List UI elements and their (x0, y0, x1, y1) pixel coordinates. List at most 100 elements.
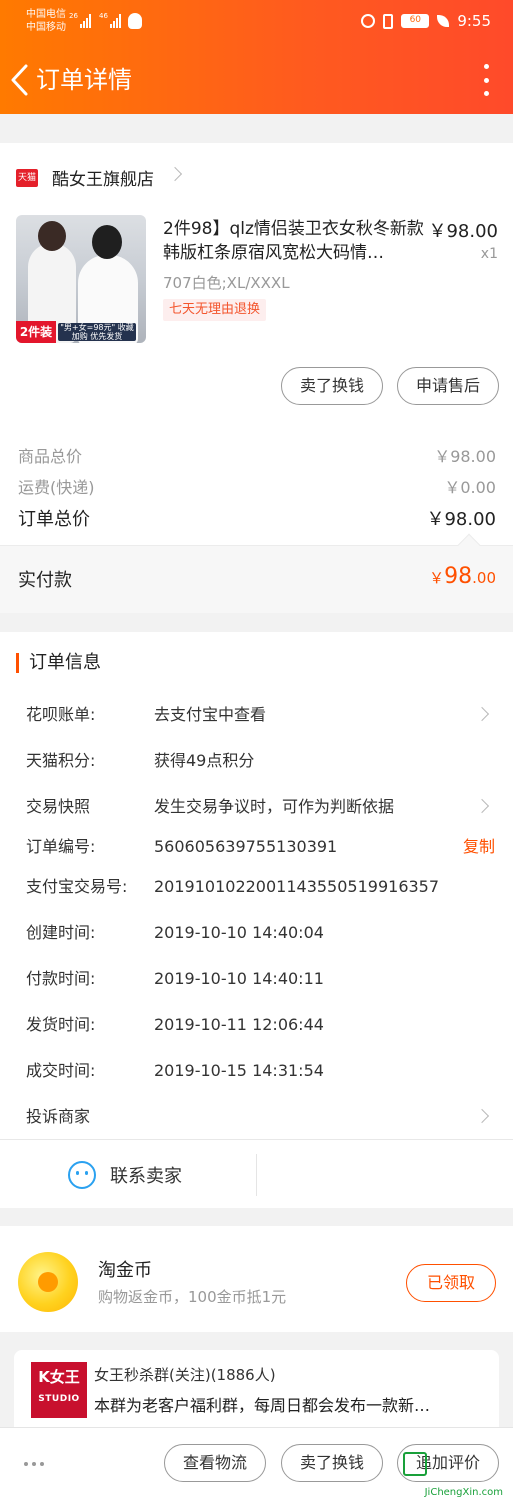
snapshot-row[interactable]: 交易快照 发生交易争议时，可作为判断依据 (26, 795, 495, 819)
page-title: 订单详情 (36, 66, 132, 94)
info-value: 2019-10-15 14:31:54 (154, 1061, 324, 1080)
order-total-value: ￥98.00 (426, 509, 496, 530)
contact-bar: 联系卖家 (0, 1139, 513, 1209)
alarm-icon (361, 14, 376, 28)
goods-total-value: ￥98.00 (434, 447, 496, 466)
tmall-logo: 天猫 (16, 168, 38, 187)
info-key: 天猫积分: (26, 751, 96, 770)
paid-decimal: .00 (472, 569, 496, 587)
paid-currency: ￥ (429, 569, 445, 587)
info-value: 2019-10-10 14:40:11 (154, 969, 324, 988)
product-title[interactable]: 2件98】qlz情侣装卫衣女秋冬新款韩版杠条原宿风宽松大码情… (163, 217, 425, 265)
group-description: 本群为老客户福利群，每周日都会发布一款新… (94, 1396, 431, 1415)
info-value: 发生交易争议时，可作为判断依据 (154, 797, 395, 816)
return-policy-tag: 七天无理由退换 (163, 299, 267, 321)
sell-button[interactable]: 卖了换钱 (281, 1444, 383, 1482)
info-value: 获得49点积分 (154, 751, 255, 770)
shipped-time-row: 发货时间: 2019-10-11 12:06:44 (26, 1013, 495, 1037)
paid-time-row: 付款时间: 2019-10-10 14:40:11 (26, 967, 495, 991)
info-value: 2019-10-10 14:40:04 (154, 923, 324, 942)
freight-value: ￥0.00 (444, 478, 496, 497)
product-image[interactable]: 2件装 "男+女=98元" 收藏加购 优先发货 (16, 215, 146, 343)
info-value: 去支付宝中查看 (154, 705, 267, 724)
order-total-row: 订单总价 ￥98.00 (18, 505, 496, 531)
gold-coin-icon (18, 1252, 78, 1312)
created-time-row: 创建时间: 2019-10-10 14:40:04 (26, 921, 495, 945)
group-name: 女王秒杀群(关注)(1886人) (94, 1366, 276, 1384)
info-key: 创建时间: (26, 923, 96, 942)
freight-row: 运费(快递) ￥0.00 (18, 474, 496, 498)
info-key: 交易快照 (26, 797, 91, 816)
info-key: 支付宝交易号: (26, 877, 128, 896)
watermark-logo-icon (403, 1452, 427, 1476)
carrier-info: 中国电信 中国移动 (26, 8, 66, 34)
app-header: 中国电信 中国移动 26 46 60 9:55 订单详情 (0, 0, 513, 114)
order-info-card: 订单信息 花呗账单: 去支付宝中查看 天猫积分: 获得49点积分 交易快照 发生… (0, 632, 513, 1208)
carrier-2: 中国移动 (26, 22, 66, 33)
huabei-row[interactable]: 花呗账单: 去支付宝中查看 (26, 703, 495, 727)
coins-card: 淘金币 购物返金币，100金币抵1元 已领取 (0, 1226, 513, 1332)
info-value: 2019101022001143550519916357 (154, 877, 440, 896)
freight-label: 运费(快递) (18, 478, 95, 497)
paid-label: 实付款 (18, 570, 72, 591)
back-icon[interactable] (8, 62, 34, 98)
claimed-button[interactable]: 已领取 (406, 1264, 496, 1302)
status-bar: 中国电信 中国移动 26 46 60 9:55 (0, 0, 513, 45)
divider (256, 1154, 257, 1196)
more-menu-icon[interactable] (481, 64, 491, 96)
network-1: 26 (69, 12, 78, 20)
order-info-heading: 订单信息 (16, 653, 101, 673)
contact-seller-button[interactable]: 联系卖家 (110, 1162, 182, 1188)
product-price: ￥98.00 (428, 221, 498, 242)
goods-total-row: 商品总价 ￥98.00 (18, 443, 496, 467)
chat-bubble-icon[interactable] (68, 1161, 96, 1189)
view-logistics-button[interactable]: 查看物流 (164, 1444, 266, 1482)
clock: 9:55 (457, 12, 491, 30)
paid-value: ￥98.00 (429, 564, 496, 589)
group-logo-main: K女王 (38, 1368, 80, 1386)
thumb-badge: 2件装 (16, 321, 56, 343)
qq-icon (128, 13, 142, 29)
completed-time-row: 成交时间: 2019-10-15 14:31:54 (26, 1059, 495, 1083)
signal-icon (80, 12, 91, 28)
shop-name: 酷女王旗舰店 (52, 170, 154, 190)
copy-button[interactable]: 复制 (463, 835, 495, 859)
order-product-card: 天猫 酷女王旗舰店 2件装 "男+女=98元" 收藏加购 优先发货 2件98】q… (0, 143, 513, 613)
alipay-trade-row: 支付宝交易号: 2019101022001143550519916357 (26, 875, 495, 899)
watermark-text: JiChengXin.com (424, 1487, 503, 1498)
sell-button[interactable]: 卖了换钱 (281, 367, 383, 405)
points-row: 天猫积分: 获得49点积分 (26, 749, 495, 773)
network-2: 46 (99, 12, 108, 20)
battery-icon: 60 (401, 14, 430, 28)
chevron-right-icon (167, 166, 183, 182)
more-actions-icon[interactable] (24, 1462, 44, 1466)
info-key: 花呗账单: (26, 705, 96, 724)
vibrate-icon (383, 13, 394, 29)
after-sale-button[interactable]: 申请售后 (397, 367, 499, 405)
info-value: 2019-10-11 12:06:44 (154, 1015, 324, 1034)
signal-icon (110, 12, 121, 28)
coins-subtitle: 购物返金币，100金币抵1元 (98, 1288, 287, 1306)
coins-title: 淘金币 (98, 1260, 152, 1281)
product-sku: 707白色;XL/XXXL (163, 274, 290, 292)
goods-total-label: 商品总价 (18, 447, 83, 466)
group-logo-sub: STUDIO (38, 1394, 80, 1404)
product-quantity: x1 (480, 246, 498, 262)
order-total-label: 订单总价 (18, 509, 90, 530)
order-number-row: 订单编号: 560605639755130391 复制 (26, 835, 495, 859)
thumb-tag: "男+女=98元" 收藏加购 优先发货 (58, 323, 136, 341)
carrier-1: 中国电信 (26, 9, 66, 20)
battery-saver-icon (437, 15, 450, 27)
info-value: 560605639755130391 (154, 837, 338, 856)
info-key: 订单编号: (26, 837, 96, 856)
bottom-action-bar: 查看物流 卖了换钱 追加评价 JiChengXin.com (0, 1427, 513, 1500)
info-key: 发货时间: (26, 1015, 96, 1034)
shop-link[interactable]: 天猫 酷女王旗舰店 (16, 165, 154, 190)
info-key: 成交时间: (26, 1061, 96, 1080)
info-key: 投诉商家 (26, 1107, 91, 1126)
group-logo: K女王 STUDIO (31, 1362, 87, 1418)
watermark: JiChengXin.com (399, 1446, 509, 1500)
paid-amount-row: 实付款 ￥98.00 (0, 533, 513, 613)
paid-integer: 98 (444, 564, 473, 589)
complain-merchant-row[interactable]: 投诉商家 (26, 1105, 495, 1129)
